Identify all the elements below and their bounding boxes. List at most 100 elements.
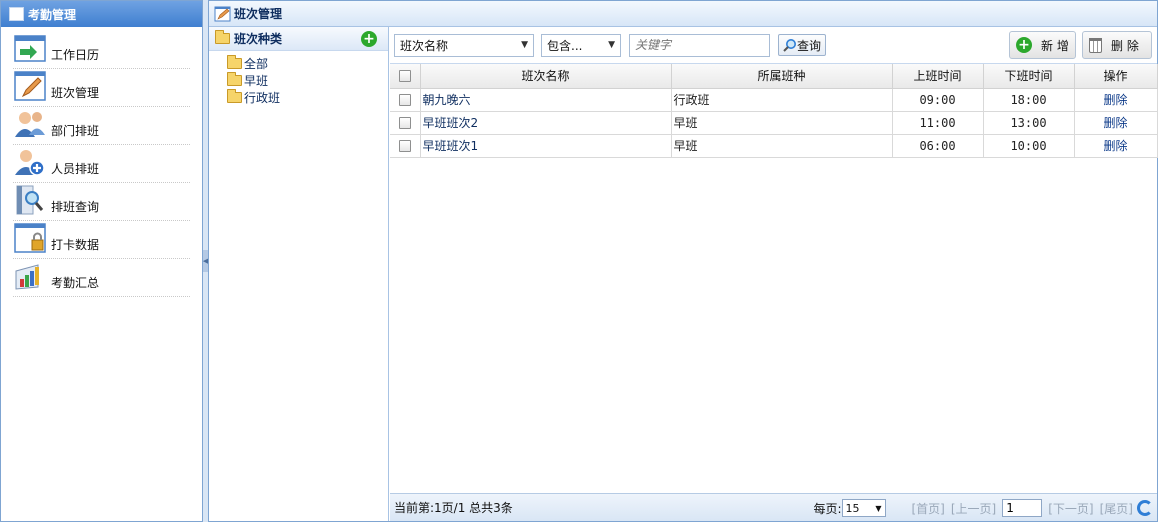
table-row[interactable]: 朝九晚六 行政班 09:00 18:00 删除 (390, 88, 1158, 112)
calendar-arrow-icon (13, 32, 47, 64)
nav-list: 工作日历 班次管理 部门排班 人员排班 排班查询 打卡数据 考勤汇总 (1, 27, 202, 297)
nav-item-punch-data[interactable]: 打卡数据 (13, 221, 190, 259)
row-delete-link[interactable]: 删除 (1074, 134, 1158, 158)
table-row[interactable]: 早班班次2 早班 11:00 13:00 删除 (390, 111, 1158, 135)
nav-item-attendance-summary[interactable]: 考勤汇总 (13, 259, 190, 297)
panel-title-icon (9, 7, 24, 21)
select-all-cell[interactable] (390, 64, 421, 89)
per-page-select[interactable]: 15 ▼ (841, 499, 886, 517)
tree-list: 全部 早班 行政班 (209, 51, 388, 106)
search-button[interactable]: 查询 (778, 34, 827, 56)
nav-label: 打卡数据 (51, 238, 100, 252)
cell-shift-type: 早班 (671, 134, 893, 158)
chevron-down-icon: ▼ (608, 40, 615, 50)
column-header-start-time[interactable]: 上班时间 (892, 64, 984, 89)
cell-start-time: 09:00 (892, 88, 984, 112)
delete-button-label: 删 除 (1111, 38, 1139, 53)
row-select-cell[interactable] (390, 88, 421, 112)
tree-header: 班次种类 + (209, 27, 388, 51)
operator-select-value: 包含... (547, 38, 583, 53)
last-page-link[interactable]: [尾页] (1100, 500, 1133, 517)
tree-node-label: 全部 (244, 57, 269, 71)
cell-shift-name[interactable]: 早班班次1 (420, 134, 672, 158)
pager: 当前第:1页/1 总共3条 每页: 15 ▼ [首页] [上一页] [下一页] … (390, 493, 1157, 521)
row-select-cell[interactable] (390, 134, 421, 158)
cell-shift-type: 行政班 (671, 88, 893, 112)
column-header-end-time[interactable]: 下班时间 (983, 64, 1075, 89)
nav-item-schedule-query[interactable]: 排班查询 (13, 183, 190, 221)
cell-end-time: 10:00 (983, 134, 1075, 158)
tree-node-label: 早班 (244, 74, 269, 88)
row-checkbox[interactable] (398, 117, 411, 129)
row-checkbox[interactable] (398, 94, 411, 106)
folder-icon (227, 55, 242, 69)
folder-icon (215, 30, 230, 44)
delete-button[interactable]: 删 除 (1082, 31, 1152, 59)
pencil-document-icon (214, 6, 232, 22)
row-delete-link[interactable]: 删除 (1074, 88, 1158, 112)
search-button-label: 查询 (797, 38, 822, 53)
per-page-value: 15 (845, 501, 860, 515)
nav-label: 考勤汇总 (51, 276, 100, 290)
department-users-icon (13, 108, 47, 140)
refresh-icon[interactable] (1137, 500, 1153, 516)
pager-info: 当前第:1页/1 总共3条 (394, 501, 513, 515)
tree-header-title: 班次种类 (234, 32, 283, 46)
tree-node-label: 行政班 (244, 91, 281, 105)
select-all-checkbox[interactable] (398, 70, 411, 83)
cell-end-time: 13:00 (983, 111, 1075, 135)
page-number-input[interactable] (1002, 499, 1043, 517)
row-select-cell[interactable] (390, 111, 421, 135)
chevron-down-icon: ▼ (875, 503, 882, 513)
left-panel-header: 考勤管理 (1, 1, 202, 27)
first-page-link[interactable]: [首页] (912, 500, 945, 517)
chevron-down-icon: ▼ (521, 40, 528, 50)
field-select[interactable]: 班次名称 ▼ (394, 33, 534, 57)
pencil-document-icon (13, 70, 47, 102)
folder-icon (227, 72, 242, 86)
shift-type-tree-panel: 班次种类 + 全部 早班 行政班 (209, 27, 389, 521)
add-shift-type-button[interactable]: + (361, 31, 377, 47)
table-header-row: 班次名称 所属班种 上班时间 下班时间 操作 (390, 64, 1158, 89)
toolbar: 班次名称 ▼ 包含... ▼ 查询 + 新 增 删 除 (390, 27, 1157, 64)
chart-summary-icon (13, 260, 47, 292)
main-panel-title: 班次管理 (234, 7, 283, 21)
plus-circle-icon: + (1016, 37, 1032, 53)
cell-shift-name[interactable]: 早班班次2 (420, 111, 672, 135)
nav-label: 工作日历 (51, 48, 100, 62)
table-row[interactable]: 早班班次1 早班 06:00 10:00 删除 (390, 134, 1158, 158)
column-header-shift-name[interactable]: 班次名称 (420, 64, 672, 89)
magnifier-icon (783, 39, 796, 52)
shift-table: 班次名称 所属班种 上班时间 下班时间 操作 朝九晚六 行政班 09:00 18… (390, 64, 1158, 158)
add-button-label: 新 增 (1041, 38, 1069, 53)
pager-controls: 每页: 15 ▼ [首页] [上一页] [下一页] [尾页] (813, 494, 1153, 522)
add-button[interactable]: + 新 增 (1009, 31, 1076, 59)
left-nav-panel: 考勤管理 工作日历 班次管理 部门排班 人员排班 排班查询 打卡数据 考勤汇总 (0, 0, 203, 522)
tree-node-early-shift[interactable]: 早班 (227, 72, 388, 89)
cell-shift-type: 早班 (671, 111, 893, 135)
shift-grid-panel: 班次名称 ▼ 包含... ▼ 查询 + 新 增 删 除 (390, 27, 1158, 521)
nav-item-work-calendar[interactable]: 工作日历 (13, 31, 190, 69)
nav-item-department-schedule[interactable]: 部门排班 (13, 107, 190, 145)
field-select-value: 班次名称 (400, 38, 449, 53)
nav-item-shift-management[interactable]: 班次管理 (13, 69, 190, 107)
tree-node-all[interactable]: 全部 (227, 55, 388, 72)
cell-start-time: 11:00 (892, 111, 984, 135)
row-checkbox[interactable] (398, 140, 411, 152)
operator-select[interactable]: 包含... ▼ (541, 33, 621, 57)
next-page-link[interactable]: [下一页] (1048, 500, 1093, 517)
cell-shift-name[interactable]: 朝九晚六 (420, 88, 672, 112)
column-header-actions: 操作 (1074, 64, 1158, 89)
prev-page-link[interactable]: [上一页] (951, 500, 996, 517)
per-page-label: 每页: (813, 501, 842, 516)
cell-start-time: 06:00 (892, 134, 984, 158)
nav-label: 排班查询 (51, 200, 100, 214)
row-delete-link[interactable]: 删除 (1074, 111, 1158, 135)
keyword-input[interactable] (629, 33, 770, 57)
tree-node-admin-shift[interactable]: 行政班 (227, 89, 388, 106)
left-panel-title: 考勤管理 (28, 7, 77, 22)
search-document-icon (13, 184, 47, 216)
nav-item-staff-schedule[interactable]: 人员排班 (13, 145, 190, 183)
user-add-icon (13, 146, 47, 178)
column-header-shift-type[interactable]: 所属班种 (671, 64, 893, 89)
